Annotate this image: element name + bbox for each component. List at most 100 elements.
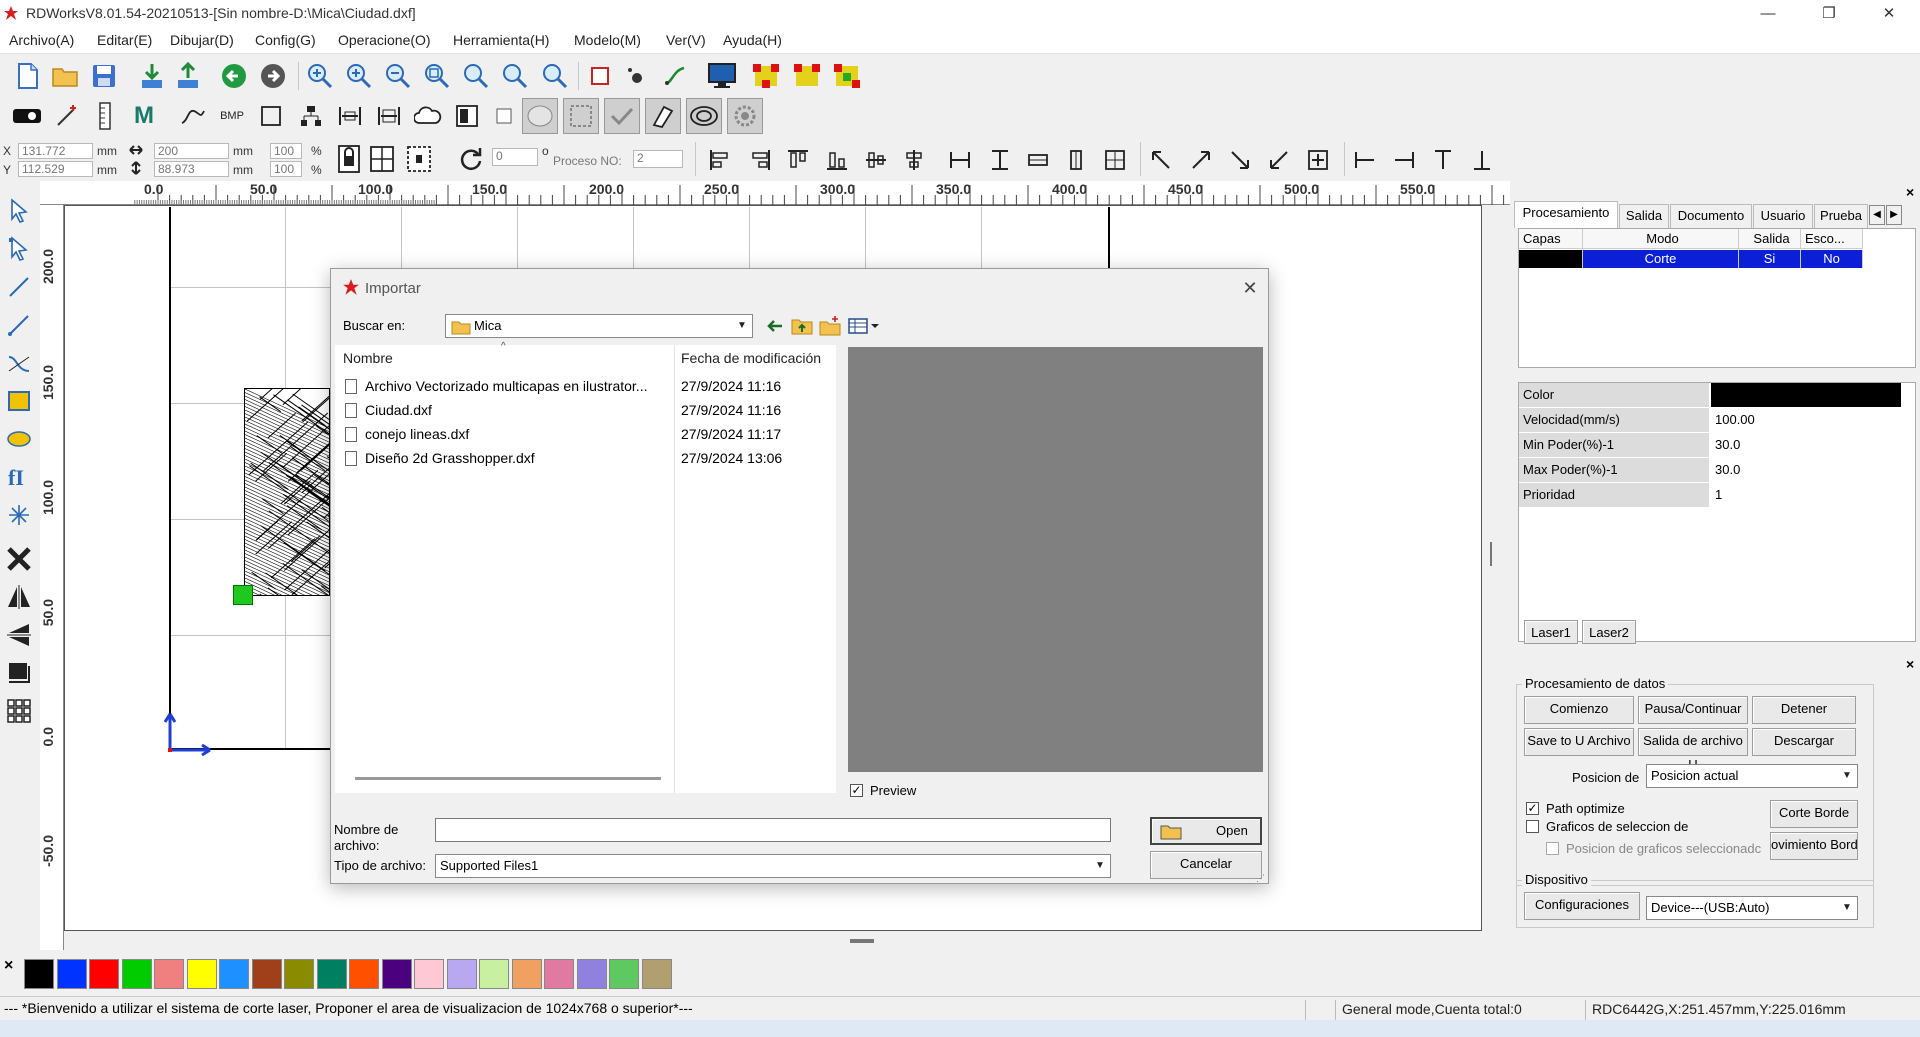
color-swatch[interactable] [219,959,249,989]
color-swatch[interactable] [316,959,347,989]
distribute-h-icon[interactable] [1023,145,1053,175]
align-right-icon[interactable] [745,145,775,175]
arrow-tl-icon[interactable] [1146,145,1176,175]
line-tool-icon[interactable] [4,272,34,302]
preview-checkbox[interactable]: ✓ [850,784,863,797]
same-height-icon[interactable] [985,145,1015,175]
node-edit-icon[interactable] [4,234,34,264]
process-no-field[interactable]: 2 [633,150,683,168]
look-in-select[interactable]: Mica ▼ [445,314,753,338]
city-vector-drawing[interactable] [244,388,330,596]
zoom-out-icon[interactable] [383,61,413,91]
redo-icon[interactable] [258,61,288,91]
menu-herramienta[interactable]: Herramienta(H) [453,32,549,48]
new-folder-icon[interactable] [819,315,841,337]
color-swatch[interactable] [121,959,152,989]
menu-editar[interactable]: Editar(E) [97,32,152,48]
new-file-icon[interactable] [13,61,43,91]
panel-splitter[interactable] [1490,542,1494,566]
color-swatch[interactable] [576,959,607,989]
monitor-icon[interactable] [707,61,737,91]
x-position-field[interactable]: 131.772 [18,143,93,159]
border-move-button[interactable]: ovimiento Bord [1770,832,1858,860]
align-hcenter-icon[interactable] [861,145,891,175]
position-select[interactable]: Posicion actual ▼ [1646,764,1858,788]
prop-value[interactable]: 30.0 [1711,458,1901,482]
polyline-tool-icon[interactable] [4,310,34,340]
prop-value[interactable]: 30.0 [1711,433,1901,457]
save-to-u-button[interactable]: Save to U Archivo [1524,728,1634,756]
color-swatch[interactable] [511,959,542,989]
menu-modelo[interactable]: Modelo(M) [574,32,641,48]
arrow-br-icon[interactable] [1225,145,1255,175]
center-icon[interactable] [1303,145,1333,175]
filetype-select[interactable]: Supported Files1 ▼ [435,854,1111,878]
group-icon[interactable] [296,101,326,131]
tab-prueba[interactable]: Prueba [1814,204,1868,228]
delete-x-icon[interactable] [4,544,34,574]
layer-color-cell[interactable] [1519,250,1583,268]
bezier-tool-icon[interactable] [4,348,34,378]
curve-tool-icon[interactable] [178,101,208,131]
back-arrow-icon[interactable] [764,315,786,337]
horizontal-scrollbar[interactable] [355,777,661,780]
dotted-select-icon[interactable] [404,144,434,174]
color-swatch[interactable] [186,959,217,989]
move-down-icon[interactable] [1467,145,1497,175]
view-menu-icon[interactable] [847,315,881,337]
data-panel-close-icon[interactable]: × [1906,656,1914,672]
check-icon[interactable] [604,98,640,134]
device-select[interactable]: Device---(USB:Auto) ▼ [1646,896,1858,920]
color-swatch[interactable] [89,959,119,989]
cloud-icon[interactable] [413,101,443,131]
palette-close-icon[interactable]: × [4,957,13,975]
color-swatch[interactable] [24,959,54,989]
tab-salida[interactable]: Salida [1619,204,1669,228]
selection-position-checkbox[interactable] [1546,842,1559,855]
same-width-icon[interactable] [945,145,975,175]
panel-close-icon[interactable]: × [1906,184,1914,200]
resize-grip-icon[interactable]: ⋰ [1256,873,1266,883]
close-window-button[interactable]: ✕ [1866,0,1912,28]
maximize-button[interactable]: ❐ [1806,0,1852,28]
zoom-fit-icon[interactable] [422,61,452,91]
sphere-icon[interactable] [522,98,558,134]
move-right-icon[interactable] [1389,145,1419,175]
selection-graphics-checkbox[interactable] [1526,820,1539,833]
cancel-button[interactable]: Cancelar [1150,851,1262,879]
color-swatch[interactable] [381,959,412,989]
rotate-icon[interactable] [456,144,486,174]
select-arrow-icon[interactable] [4,196,34,226]
move-left-icon[interactable] [1350,145,1380,175]
file-row[interactable]: conejo lineas.dxf 27/9/2024 11:17 [345,422,833,446]
color-swatch[interactable] [154,959,184,989]
zoom-plus-icon[interactable] [344,61,374,91]
align-bottom-icon[interactable] [822,145,852,175]
tab-scroll-right-icon[interactable]: ▶ [1886,205,1902,225]
lock-icon[interactable] [334,144,364,174]
menu-operacione[interactable]: Operacione(O) [338,32,431,48]
prop-value[interactable]: 100.00 [1711,408,1901,432]
color-swatch[interactable] [284,959,314,989]
rotate-angle-field[interactable]: 0 [492,148,538,166]
array-yellow-icon[interactable] [792,61,822,91]
color-swatch[interactable] [414,959,444,989]
output-u-file-button[interactable]: Salida de archivo U [1638,728,1748,772]
bmp-icon[interactable]: BMP [217,101,247,131]
minimize-button[interactable]: — [1745,0,1791,28]
pen-tool-icon[interactable] [52,101,82,131]
rectangle-tool-icon[interactable] [256,101,286,131]
download-button[interactable]: Descargar [1752,728,1856,756]
distribute-v-icon[interactable] [1061,145,1091,175]
prop-value[interactable]: 1 [1711,483,1901,507]
color-swatch[interactable] [349,959,379,989]
center-page-icon[interactable] [1100,145,1130,175]
col-header-date[interactable]: Fecha de modificación [681,345,841,371]
menu-dibujar[interactable]: Dibujar(D) [170,32,234,48]
origin-handle[interactable] [233,585,253,605]
pause-continue-button[interactable]: Pausa/Continuar [1638,696,1748,724]
text-tool-icon[interactable]: fI [4,462,34,492]
stop-button[interactable]: Detener [1752,696,1856,724]
undo-icon[interactable] [219,61,249,91]
curve-edit-icon[interactable] [660,61,690,91]
